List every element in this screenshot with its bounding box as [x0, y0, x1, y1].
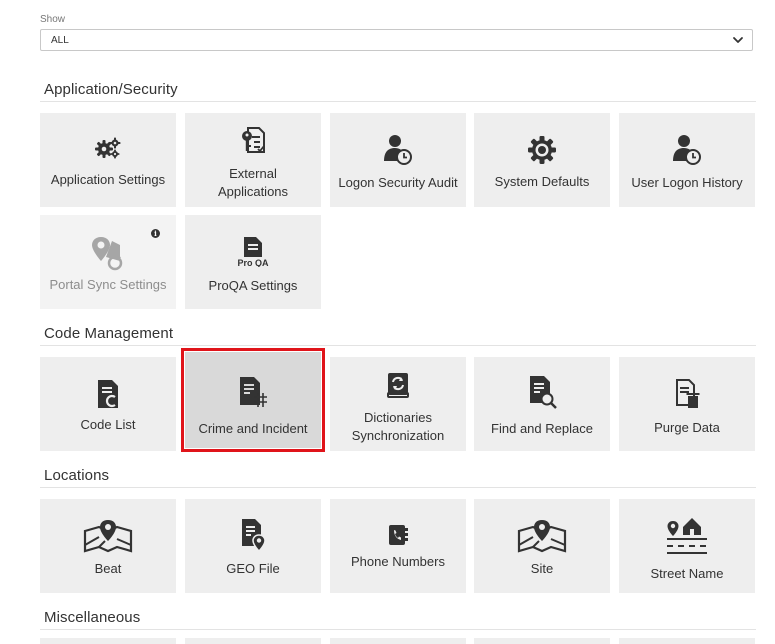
tile-partial[interactable]	[330, 638, 466, 644]
gears-icon	[40, 135, 176, 163]
map-pin-icon	[474, 519, 610, 553]
tile-phone-numbers[interactable]: Phone Numbers	[330, 499, 466, 593]
map-pin-icon	[40, 519, 176, 553]
tile-label: Application Settings	[50, 172, 166, 187]
show-select-value: ALL	[51, 35, 69, 46]
tile-label: Street Name	[650, 566, 724, 581]
proqa-document-icon: Pro QA	[185, 235, 321, 267]
tile-label: Portal Sync Settings	[49, 277, 167, 292]
section-title-application-security: Application/Security	[44, 81, 178, 98]
key-document-icon	[185, 126, 321, 154]
tile-label-line-2: Applications	[217, 184, 289, 199]
document-search-icon	[474, 375, 610, 409]
tile-geo-file[interactable]: GEO File	[185, 499, 321, 593]
show-select[interactable]: ALL	[40, 29, 753, 51]
tile-find-and-replace[interactable]: Find and Replace	[474, 357, 610, 451]
document-hash-icon	[185, 376, 321, 407]
tile-partial[interactable]	[40, 638, 176, 644]
tile-external-applications[interactable]: External Applications	[185, 113, 321, 207]
tile-street-name[interactable]: Street Name	[619, 499, 755, 593]
user-clock-icon	[619, 133, 755, 165]
tile-label: GEO File	[226, 561, 280, 576]
tile-label: Logon Security Audit	[338, 175, 458, 190]
tile-label: Code List	[80, 417, 136, 432]
tile-dictionaries-synchronization[interactable]: Dictionaries Synchronization	[330, 357, 466, 451]
section-divider	[40, 345, 756, 346]
document-pin-icon	[185, 518, 321, 552]
tile-site[interactable]: Site	[474, 499, 610, 593]
tile-partial[interactable]	[619, 638, 755, 644]
phone-book-icon	[330, 523, 466, 551]
tile-label: Phone Numbers	[351, 554, 445, 569]
code-document-icon	[40, 379, 176, 408]
tile-code-list[interactable]: Code List	[40, 357, 176, 451]
tile-label: Beat	[94, 561, 122, 576]
section-title-locations: Locations	[44, 467, 110, 484]
proqa-icon-text: Pro QA	[237, 258, 269, 267]
tile-label: Find and Replace	[491, 421, 593, 436]
section-title-miscellaneous: Miscellaneous	[44, 609, 141, 626]
tile-label: Site	[530, 561, 554, 576]
section-divider	[40, 629, 756, 630]
tile-label-line-1: External	[229, 166, 277, 181]
user-clock-icon	[330, 133, 466, 165]
tile-user-logon-history[interactable]: User Logon History	[619, 113, 755, 207]
book-sync-icon	[330, 371, 466, 399]
tile-beat[interactable]: Beat	[40, 499, 176, 593]
tile-proqa-settings[interactable]: Pro QA ProQA Settings	[185, 215, 321, 309]
street-house-icon	[619, 515, 755, 554]
tile-label-line-1: Dictionaries	[364, 410, 432, 425]
tile-logon-security-audit[interactable]: Logon Security Audit	[330, 113, 466, 207]
tile-label: ProQA Settings	[208, 278, 298, 293]
tile-partial[interactable]	[185, 638, 321, 644]
gear-icon	[474, 135, 610, 164]
map-sync-icon	[40, 235, 176, 271]
tile-system-defaults[interactable]: System Defaults	[474, 113, 610, 207]
chevron-down-icon	[733, 37, 743, 43]
section-divider	[40, 101, 756, 102]
show-label: Show	[40, 14, 66, 25]
tile-label: Purge Data	[654, 420, 720, 435]
tile-label: System Defaults	[494, 174, 590, 189]
tile-purge-data[interactable]: Purge Data	[619, 357, 755, 451]
tile-label-line-2: Synchronization	[351, 428, 445, 443]
tile-portal-sync-settings[interactable]: i Portal Sync Settings	[40, 215, 176, 309]
section-title-code-management: Code Management	[44, 325, 174, 342]
tile-crime-and-incident[interactable]: Crime and Incident	[181, 348, 325, 452]
document-trash-icon	[619, 379, 755, 408]
tile-application-settings[interactable]: Application Settings	[40, 113, 176, 207]
tile-label: Crime and Incident	[198, 421, 308, 436]
tile-label: User Logon History	[631, 175, 743, 190]
tile-partial[interactable]	[474, 638, 610, 644]
section-divider	[40, 487, 756, 488]
